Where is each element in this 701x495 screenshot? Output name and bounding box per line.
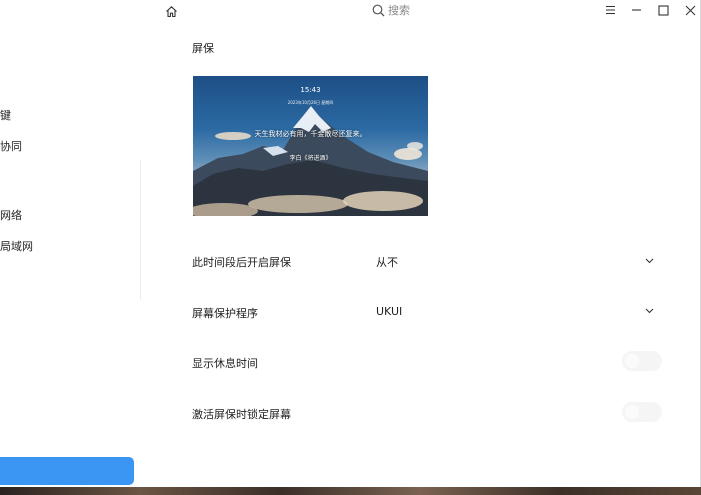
minimize-button[interactable] (628, 2, 644, 18)
preview-quote: 天生我材必有用，千金散尽还复来。 (254, 130, 367, 138)
preview-time: 15:43 (300, 86, 321, 94)
sidebar: 键 协同 网络 局域网 (0, 0, 142, 487)
chevron-down-icon (645, 308, 653, 314)
search-box[interactable]: 搜索 (372, 2, 410, 18)
sidebar-divider (140, 160, 141, 300)
toggle-knob (625, 405, 639, 419)
lock-screen-label: 激活屏保时锁定屏幕 (192, 408, 291, 421)
menu-icon (605, 6, 615, 14)
sidebar-item-active[interactable] (0, 457, 134, 485)
maximize-icon (657, 4, 669, 16)
sidebar-item-network[interactable]: 网络 (0, 207, 22, 223)
preview-date: 2023年10月26日 星期四 (287, 100, 334, 105)
close-button[interactable] (682, 2, 698, 18)
maximize-button[interactable] (655, 2, 671, 18)
minimize-icon (631, 9, 641, 11)
desktop-background (0, 486, 701, 495)
preview-author: 李白《将进酒》 (289, 155, 332, 162)
close-icon (685, 5, 695, 15)
idle-time-dropdown[interactable] (643, 255, 655, 267)
show-rest-time-label: 显示休息时间 (192, 357, 258, 370)
screensaver-program-label: 屏幕保护程序 (192, 307, 258, 320)
screensaver-preview: 15:43 2023年10月26日 星期四 天生我材必有用，千金散尽还复来。 李… (193, 76, 428, 216)
search-icon (372, 4, 385, 16)
menu-button[interactable] (602, 2, 618, 18)
chevron-down-icon (645, 258, 653, 264)
page-title: 屏保 (192, 42, 214, 55)
settings-window: 键 协同 网络 局域网 搜索 屏保 15:43 2023年10月26日 星期四 … (0, 0, 701, 487)
sidebar-item-lan[interactable]: 局域网 (0, 238, 33, 254)
sidebar-item-shortcut[interactable]: 键 (0, 107, 11, 123)
show-rest-time-toggle[interactable] (622, 351, 662, 371)
search-placeholder: 搜索 (388, 4, 410, 17)
home-icon (165, 5, 177, 17)
toggle-knob (625, 354, 639, 368)
home-button[interactable] (163, 3, 179, 19)
mountain-image (193, 106, 428, 216)
idle-time-label: 此时间段后开启屏保 (192, 256, 291, 269)
screensaver-program-dropdown[interactable] (643, 305, 655, 317)
screensaver-program-select[interactable]: UKUI (376, 305, 402, 318)
lock-screen-toggle[interactable] (622, 402, 662, 422)
sidebar-item-collaboration[interactable]: 协同 (0, 138, 22, 154)
idle-time-select[interactable]: 从不 (376, 254, 398, 270)
